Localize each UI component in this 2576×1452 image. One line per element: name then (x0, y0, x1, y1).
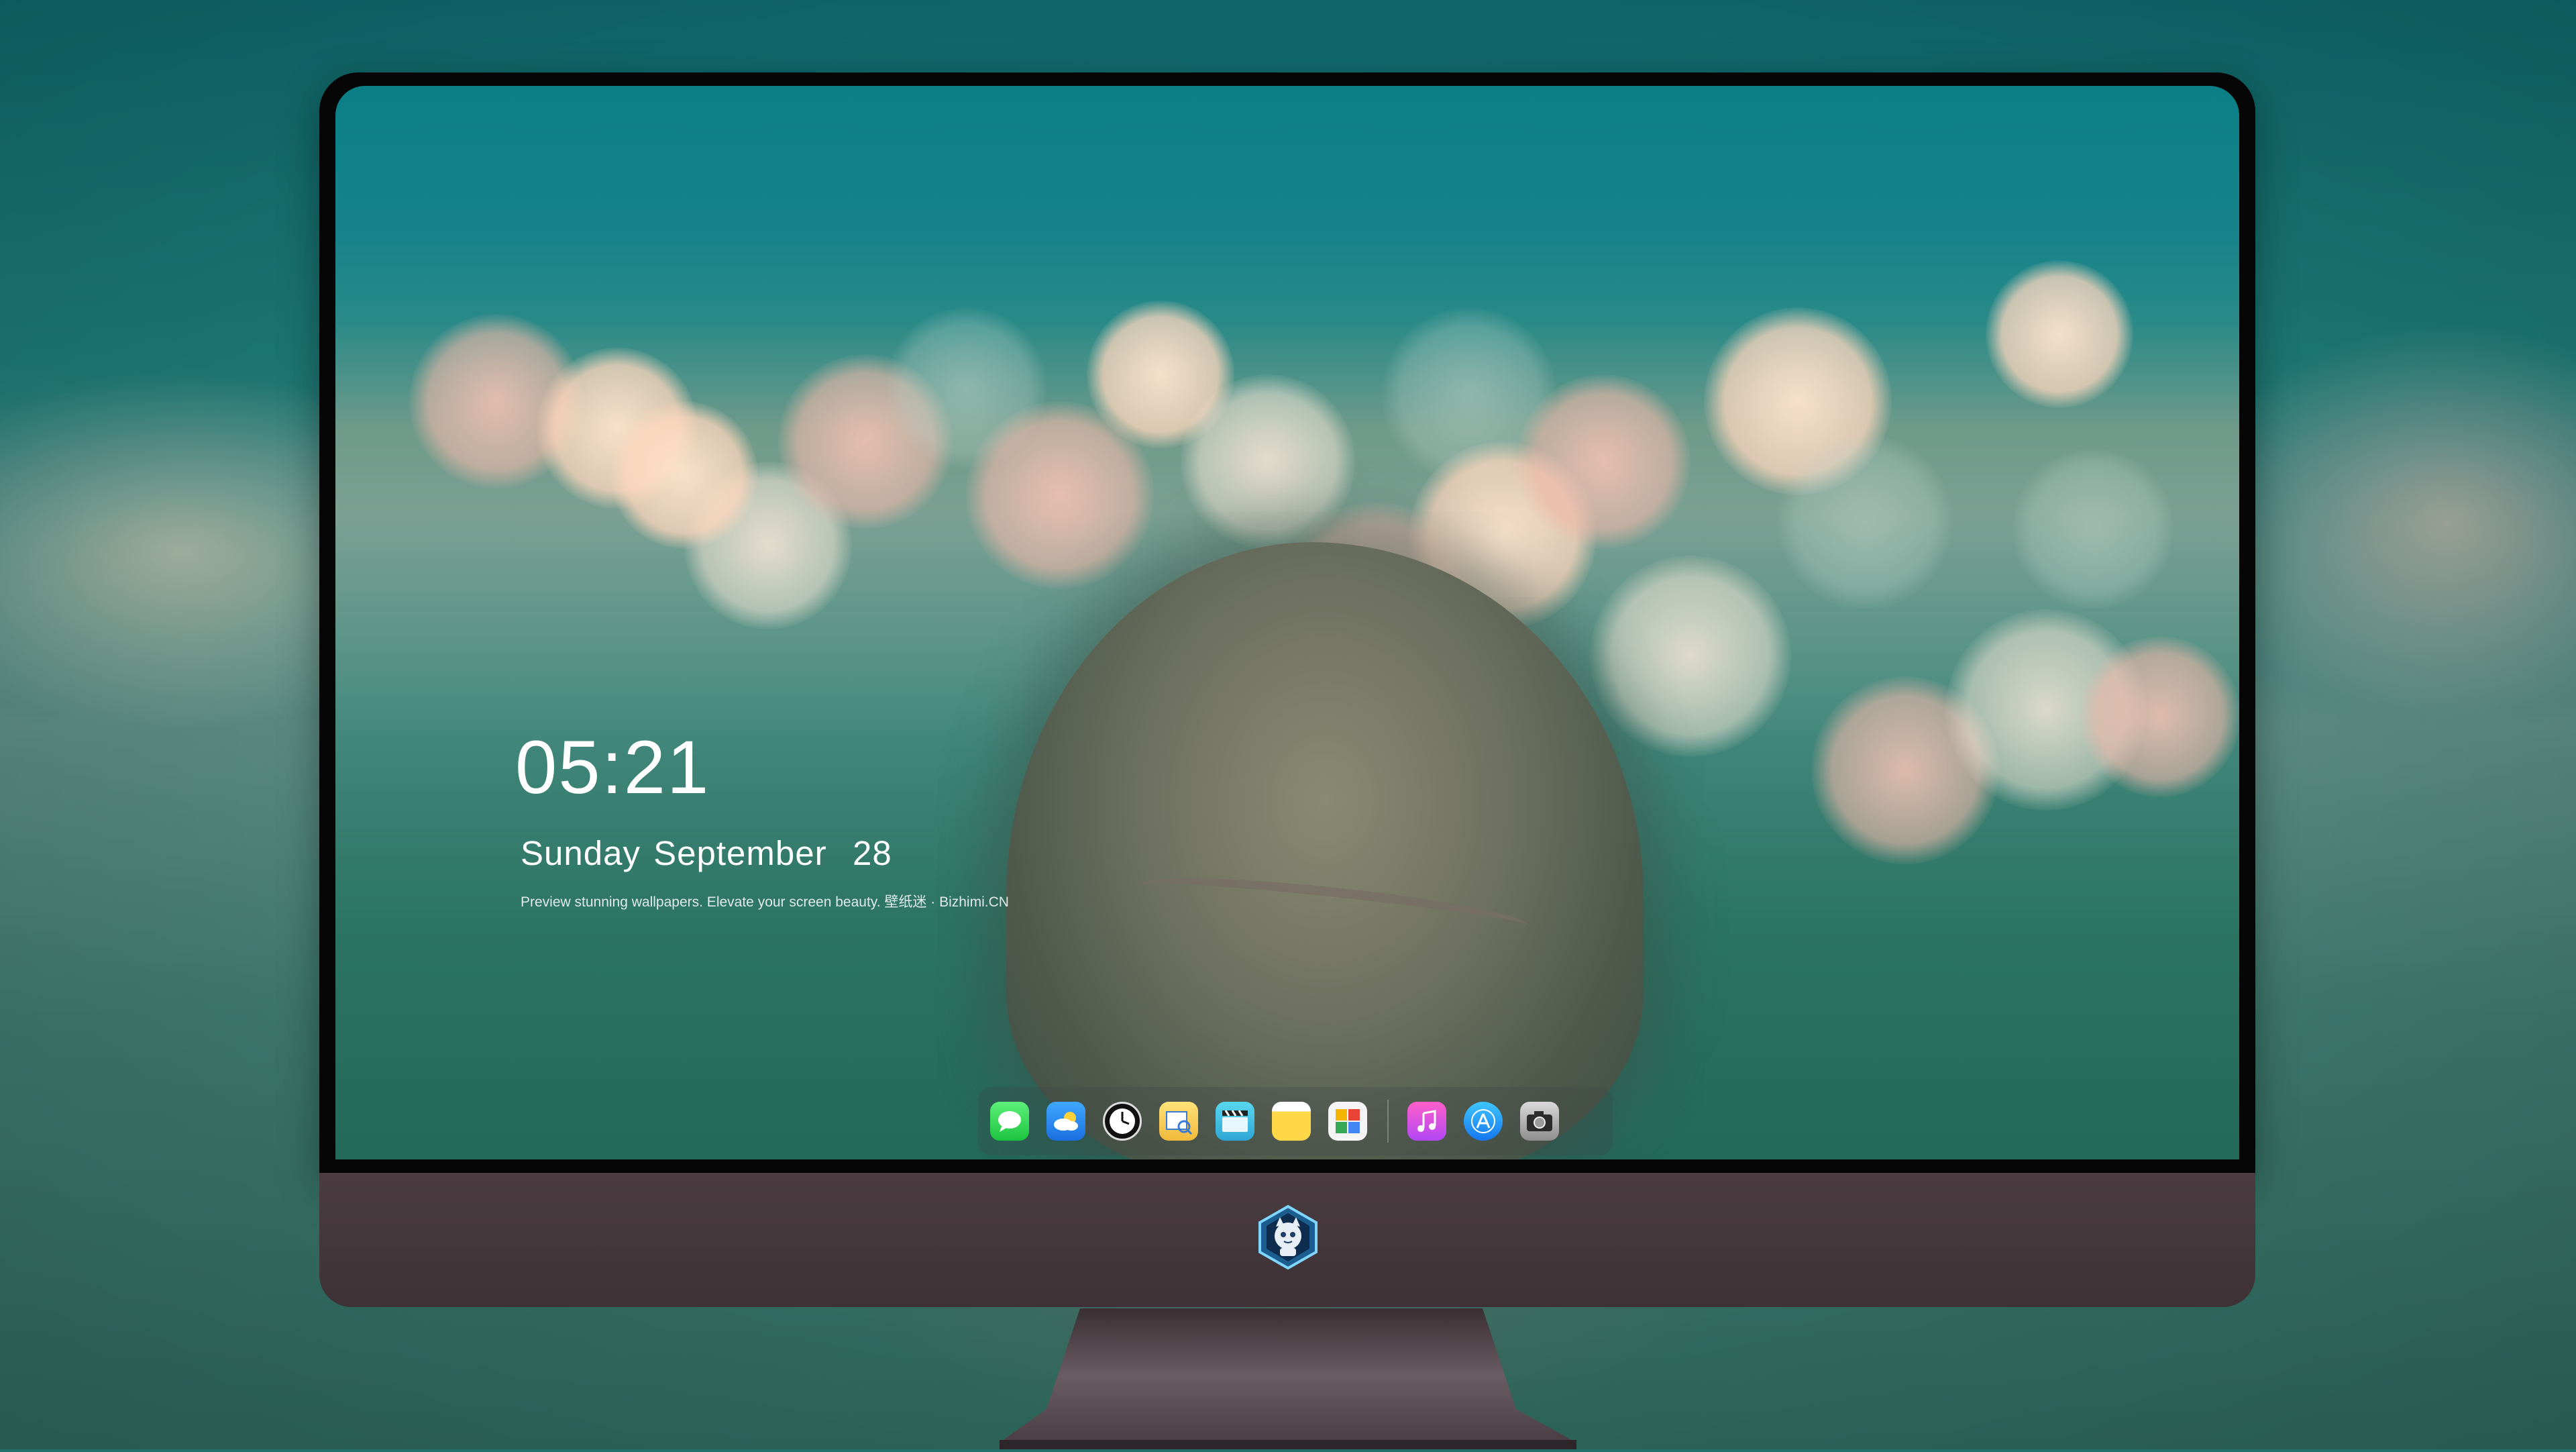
bokeh-light (610, 401, 758, 549)
bokeh-light (2012, 448, 2174, 609)
bokeh-light (2080, 636, 2239, 797)
notes-icon[interactable] (1272, 1102, 1311, 1141)
lock-time: 05:21 (515, 725, 710, 809)
lock-tagline: Preview stunning wallpapers. Elevate you… (521, 894, 1009, 910)
bokeh-light (1516, 374, 1690, 549)
app-store-icon[interactable] (1464, 1102, 1503, 1141)
preview-icon[interactable] (1159, 1102, 1198, 1141)
bokeh-light (1986, 260, 2133, 408)
screen-wallpaper: 05:21 Sunday September 28 Preview stunni… (335, 86, 2239, 1159)
photos-icon[interactable] (1328, 1102, 1367, 1141)
dock-separator (1387, 1100, 1389, 1143)
monitor-stand (986, 1308, 1590, 1449)
camera-icon[interactable] (1520, 1102, 1559, 1141)
mascot-logo-icon (1254, 1204, 1322, 1271)
dock (978, 1087, 1613, 1155)
bokeh-light (1590, 556, 1791, 757)
lock-date: Sunday September 28 (521, 834, 892, 872)
hair-bun-silhouette (1006, 542, 1644, 1159)
weather-icon[interactable] (1046, 1102, 1085, 1141)
clips-icon[interactable] (1216, 1102, 1254, 1141)
monitor-bezel: 05:21 Sunday September 28 Preview stunni… (319, 72, 2255, 1173)
monitor: 05:21 Sunday September 28 Preview stunni… (319, 72, 2255, 1307)
messages-icon[interactable] (990, 1102, 1029, 1141)
bokeh-light (1778, 435, 1952, 609)
music-icon[interactable] (1407, 1102, 1446, 1141)
clock-icon[interactable] (1103, 1102, 1142, 1141)
